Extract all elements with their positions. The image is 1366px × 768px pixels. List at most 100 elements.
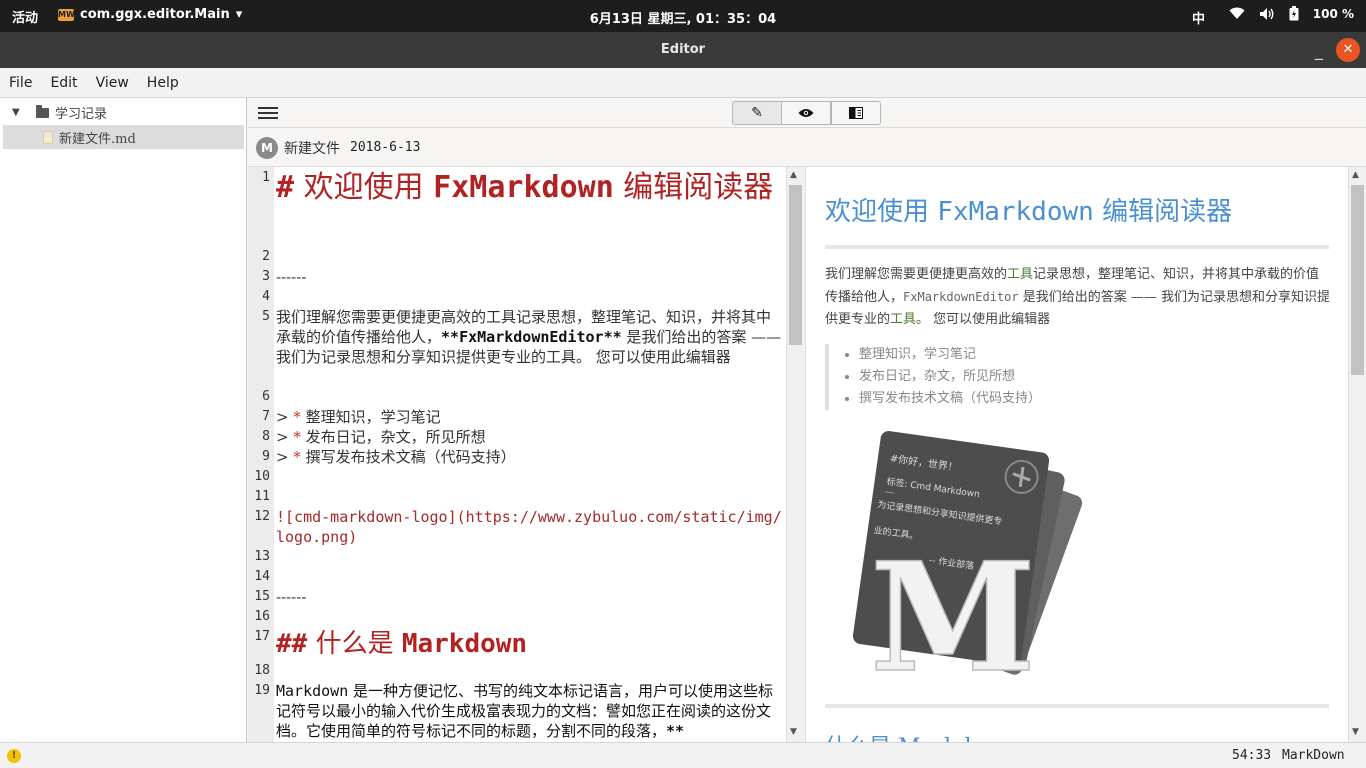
list-item: 撰写发布技术文稿（代码支持） bbox=[859, 388, 1325, 410]
document-header: M 新建文件 2018-6-13 bbox=[248, 129, 1366, 167]
bold-markup: **FxMarkdownEditor** bbox=[441, 328, 622, 346]
line-number: 9 bbox=[262, 449, 270, 464]
editor-scrollbar-thumb[interactable] bbox=[789, 185, 802, 345]
document-name: 新建文件 bbox=[284, 140, 340, 157]
menu-edit[interactable]: Edit bbox=[50, 73, 77, 93]
volume-icon bbox=[1259, 7, 1274, 20]
menu-help[interactable]: Help bbox=[147, 73, 179, 93]
editor-line-rule: ------ bbox=[276, 268, 307, 286]
scroll-up-icon[interactable]: ▲ bbox=[790, 170, 797, 180]
line-number: 2 bbox=[262, 249, 270, 264]
heading-text: 欢迎使用 bbox=[294, 170, 434, 205]
warning-icon[interactable]: ! bbox=[7, 749, 21, 763]
editor-scrollbar[interactable]: ▲ ▼ bbox=[786, 167, 804, 742]
window-title-bar[interactable]: Editor _ bbox=[0, 32, 1366, 68]
hamburger-menu-icon[interactable] bbox=[258, 107, 278, 121]
list-item: 整理知识，学习笔记 bbox=[859, 344, 1325, 366]
expand-caret-icon[interactable]: ▼ bbox=[12, 107, 22, 118]
heading-bold-text: FxMarkdown bbox=[433, 170, 614, 205]
logo-card-dash: --- bbox=[885, 487, 895, 497]
editor-line-rule: ------ bbox=[276, 588, 307, 606]
file-label: 新建文件.md bbox=[59, 131, 136, 147]
folder-icon bbox=[36, 105, 49, 118]
split-mode-button[interactable] bbox=[831, 101, 881, 125]
clock[interactable]: 6月13日 星期三, 01：35：04 bbox=[590, 12, 776, 27]
menu-file[interactable]: File bbox=[9, 73, 32, 93]
syntax-mode[interactable]: MarkDown bbox=[1282, 748, 1345, 763]
line-number: 11 bbox=[254, 489, 270, 504]
editor-toolbar: ✎ bbox=[248, 98, 1366, 128]
bullet-marker: * bbox=[293, 448, 301, 466]
window-title: Editor bbox=[660, 42, 706, 57]
line-number: 10 bbox=[254, 469, 270, 484]
quote-marker: > bbox=[276, 408, 289, 426]
editor-line-quote: > * 撰写发布技术文稿（代码支持） bbox=[276, 447, 784, 467]
line-number: 7 bbox=[262, 409, 270, 424]
heading-text: 什么是 bbox=[307, 629, 402, 659]
paragraph-text: 我们理解您需要更便捷更高效的 bbox=[825, 267, 1008, 282]
pencil-icon: ✎ bbox=[751, 105, 763, 121]
scroll-up-icon[interactable]: ▲ bbox=[1352, 170, 1359, 180]
cursor-position: 54:33 bbox=[1232, 748, 1272, 763]
tree-file-row[interactable]: 新建文件.md bbox=[3, 125, 244, 149]
markdown-preview[interactable]: 欢迎使用 FxMarkdown 编辑阅读器 我们理解您需要更便捷更高效的工具记录… bbox=[805, 167, 1348, 742]
scroll-down-icon[interactable]: ▼ bbox=[1352, 727, 1359, 737]
activities-button[interactable]: 活动 bbox=[12, 7, 38, 26]
quote-marker: > bbox=[276, 428, 289, 446]
preview-paragraph: 我们理解您需要更便捷更高效的工具记录思想，整理笔记、知识，并将其中承载的价值传播… bbox=[825, 264, 1331, 331]
line-number-gutter: 1 2 3 4 5 6 7 8 9 10 11 12 13 14 15 16 1… bbox=[248, 167, 274, 742]
heading-marker: # bbox=[276, 170, 295, 205]
menu-view[interactable]: View bbox=[96, 73, 129, 93]
editor-line-h2: ## 什么是 Markdown bbox=[276, 629, 784, 659]
system-tray[interactable]: 100 % bbox=[1229, 6, 1354, 21]
horizontal-rule bbox=[825, 245, 1329, 249]
folder-label: 学习记录 bbox=[55, 106, 108, 122]
document-date: 2018-6-13 bbox=[350, 140, 421, 155]
heading-bold-text: Markdown bbox=[401, 629, 528, 659]
eye-icon bbox=[798, 109, 814, 117]
bold-markup: ** bbox=[666, 722, 685, 740]
app-menu-label: com.ggx.editor.Main bbox=[80, 7, 230, 22]
quote-text: 发布日记，杂文，所见所想 bbox=[300, 428, 486, 446]
markdown-editor[interactable]: 1 2 3 4 5 6 7 8 9 10 11 12 13 14 15 16 1… bbox=[248, 167, 786, 742]
bullet-marker: * bbox=[293, 428, 301, 446]
system-top-bar: 活动 MW com.ggx.editor.Main ▾ 6月13日 星期三, 0… bbox=[0, 0, 1366, 32]
scroll-down-icon[interactable]: ▼ bbox=[790, 727, 797, 737]
paragraph-highlight: 工具 bbox=[890, 312, 917, 327]
file-tree: ▼ 学习记录 新建文件.md bbox=[0, 98, 247, 742]
heading-text: 编辑阅读器 bbox=[1093, 197, 1233, 227]
app-icon: MW bbox=[58, 8, 75, 21]
line-number: 18 bbox=[254, 663, 270, 678]
preview-mode-button[interactable] bbox=[781, 101, 831, 125]
battery-percent: 100 % bbox=[1312, 6, 1354, 21]
close-button[interactable]: ✕ bbox=[1336, 38, 1360, 62]
logo-letter: M bbox=[870, 530, 1036, 681]
line-number: 3 bbox=[262, 269, 270, 284]
paragraph-text: 是一种方便记忆、书写的纯文本标记语言，用户可以使用这些标记符号以最小的输入代价生… bbox=[276, 682, 774, 740]
input-method-indicator[interactable]: 中 bbox=[1192, 8, 1205, 27]
edit-mode-button[interactable]: ✎ bbox=[732, 101, 782, 125]
line-number: 16 bbox=[254, 609, 270, 624]
tree-folder-row[interactable]: ▼ 学习记录 bbox=[0, 100, 246, 124]
horizontal-rule bbox=[825, 704, 1329, 708]
line-number: 13 bbox=[254, 549, 270, 564]
line-number: 14 bbox=[254, 569, 270, 584]
editor-line-paragraph: 我们理解您需要更便捷更高效的工具记录思想，整理笔记、知识，并将其中承载的价值传播… bbox=[276, 307, 784, 367]
minimize-button[interactable]: _ bbox=[1309, 40, 1329, 60]
preview-scrollbar-thumb[interactable] bbox=[1351, 185, 1364, 375]
app-menu[interactable]: MW com.ggx.editor.Main ▾ bbox=[58, 7, 242, 22]
preview-scrollbar[interactable]: ▲ ▼ bbox=[1348, 167, 1366, 742]
menu-bar: File Edit View Help bbox=[0, 68, 1366, 98]
paragraph-term: Markdown bbox=[276, 682, 349, 700]
heading-text: 编辑阅读器 bbox=[613, 170, 774, 205]
quote-text: 撰写发布技术文稿（代码支持） bbox=[300, 448, 516, 466]
line-number: 12 bbox=[254, 509, 270, 524]
status-bar: ! 54:33 MarkDown bbox=[0, 742, 1366, 768]
line-number: 4 bbox=[262, 289, 270, 304]
quote-text: 整理知识，学习笔记 bbox=[300, 408, 441, 426]
line-number: 15 bbox=[254, 589, 270, 604]
file-icon bbox=[43, 130, 53, 144]
list-item: 发布日记，杂文，所见所想 bbox=[859, 366, 1325, 388]
preview-heading: 欢迎使用 FxMarkdown 编辑阅读器 bbox=[825, 191, 1232, 228]
editor-line-h1: # 欢迎使用 FxMarkdown 编辑阅读器 bbox=[276, 168, 784, 207]
